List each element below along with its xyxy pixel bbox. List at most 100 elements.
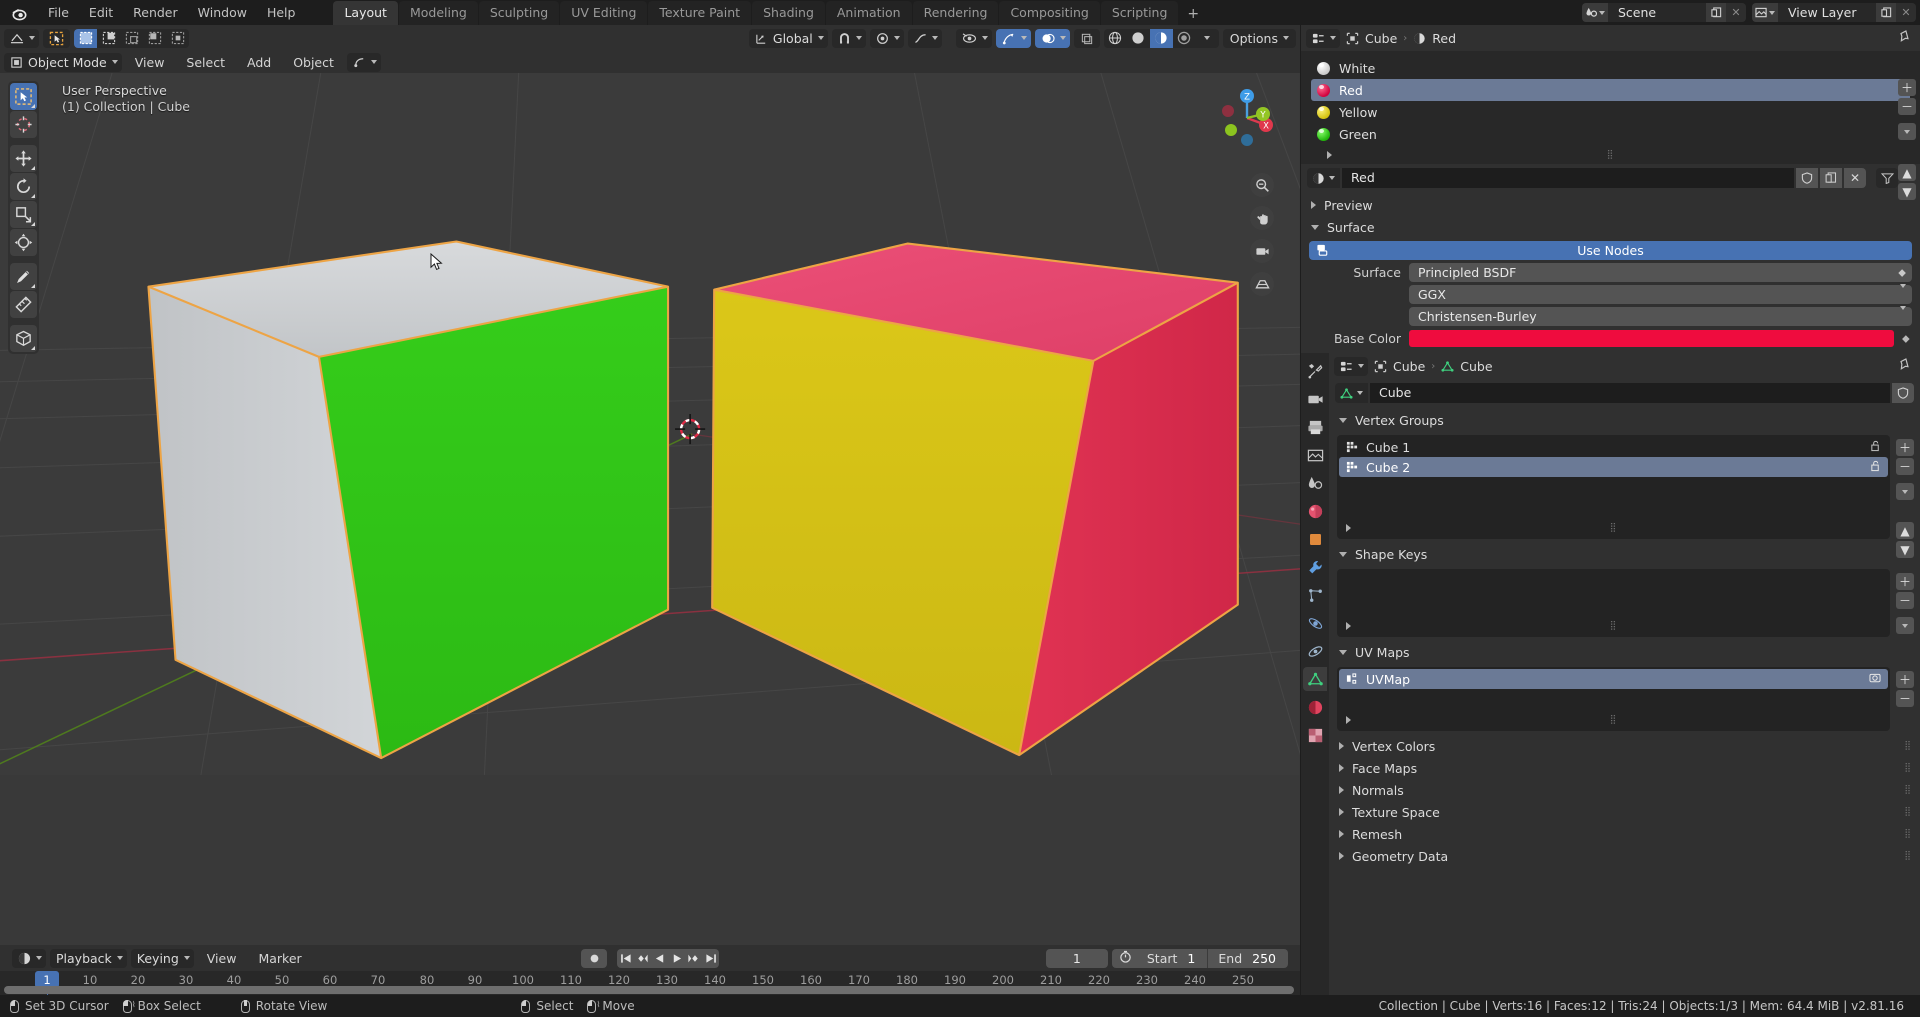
play-reverse-button[interactable] [651,949,668,968]
resize-grip[interactable]: ⣿ [1610,622,1618,631]
select-set-icon[interactable] [74,28,97,48]
vertex-group-row[interactable]: Cube 1 [1339,437,1888,457]
play-button[interactable] [668,949,685,968]
tool-move[interactable] [10,145,37,172]
material-slot-red[interactable]: Red [1311,79,1910,101]
timeline-playback-menu[interactable]: Playback [50,948,127,968]
workspace-tab-animation[interactable]: Animation [825,1,912,25]
add-shape-key-button[interactable]: ＋ [1896,573,1914,590]
material-browse-button[interactable] [1307,168,1340,188]
proportional-editing-dropdown[interactable] [869,28,904,48]
normals-panel-header[interactable]: Normals ⣿ [1329,779,1920,801]
timeline-keying-menu[interactable]: Keying [130,948,194,968]
menu-edit[interactable]: Edit [79,3,123,22]
world-tab[interactable] [1303,499,1327,523]
remove-uv-map-button[interactable]: － [1896,690,1914,707]
geometry-data-panel-header[interactable]: Geometry Data ⣿ [1329,845,1920,867]
uv-maps-panel-header[interactable]: UV Maps [1329,641,1920,663]
pin-icon-2[interactable] [1898,357,1915,375]
shape-keys-panel-header[interactable]: Shape Keys [1329,543,1920,565]
visibility-dropdown[interactable] [955,28,992,48]
workspace-tab-compositing[interactable]: Compositing [999,1,1100,25]
expand-triangle-icon[interactable] [1327,150,1332,159]
mesh-fake-user-icon[interactable] [1892,383,1914,403]
material-slot-list[interactable]: White Red Yellow Green ⣿ [1301,51,1920,164]
stopwatch-icon[interactable] [1112,950,1137,967]
vertex-group-move-down-button[interactable]: ▼ [1896,541,1914,558]
tool-add-cube[interactable] [10,325,37,352]
pin-icon[interactable] [1898,29,1915,47]
tool-tab[interactable] [1303,359,1327,383]
menu-help[interactable]: Help [257,3,306,22]
workspace-tab-uv-editing[interactable]: UV Editing [560,1,648,25]
mesh-name-field[interactable]: Cube [1370,383,1890,403]
view-layer-name[interactable]: View Layer [1778,3,1876,22]
select-mode-group[interactable] [74,28,189,48]
object-data-panel-body[interactable]: Cube › Cube Cube Vertex Groups Cube 1 Cu… [1329,353,1920,995]
jump-to-end-button[interactable] [702,949,719,968]
timeline-editor-type[interactable] [12,948,46,968]
pivot-point-dropdown[interactable] [346,52,381,72]
new-view-layer-button[interactable] [1876,3,1896,22]
resize-grip[interactable]: ⣿ [1904,830,1912,839]
filter-icon[interactable] [1876,168,1898,188]
texture-tab[interactable] [1303,723,1327,747]
properties-editor-type-2[interactable] [1334,356,1368,376]
unlocked-icon[interactable] [1870,440,1881,455]
viewport-menu-view[interactable]: View [126,53,174,72]
select-intersect-icon[interactable] [166,29,189,48]
workspace-tab-modeling[interactable]: Modeling [398,1,478,25]
navigation-gizmo[interactable]: Z X Y [1216,87,1278,149]
uv-maps-list[interactable]: UVMap ⣿ [1337,667,1890,731]
constraints-tab[interactable] [1303,639,1327,663]
shading-dropdown-caret[interactable] [1196,29,1219,48]
add-slot-button[interactable]: ＋ [1898,79,1916,96]
surface-shader-value[interactable]: Principled BSDF ⬥ [1409,263,1912,282]
timeline-ruler[interactable]: 1 10 20 30 40 50 60 70 80 90 100 110 120… [0,971,1300,995]
material-slot-yellow[interactable]: Yellow [1311,101,1910,123]
remove-slot-button[interactable]: － [1898,98,1916,115]
base-color-link-icon[interactable]: ⬥ [1902,332,1912,346]
remesh-panel-header[interactable]: Remesh ⣿ [1329,823,1920,845]
workspace-tab-shading[interactable]: Shading [752,1,825,25]
current-frame-field[interactable]: 1 [1045,948,1108,968]
add-uv-map-button[interactable]: ＋ [1896,671,1914,688]
workspace-tab-scripting[interactable]: Scripting [1100,1,1179,25]
resize-grip[interactable]: ⣿ [1904,742,1912,751]
material-slot-white[interactable]: White [1311,57,1910,79]
subsurface-method-value[interactable]: Christensen-Burley [1409,306,1912,326]
zoom-icon[interactable] [1250,173,1274,197]
view-layer-selector[interactable]: View Layer ✕ [1752,3,1916,22]
tool-rotate[interactable] [10,173,37,200]
tool-measure[interactable] [10,291,37,318]
end-frame-value[interactable]: 250 [1250,951,1288,966]
render-tab[interactable] [1303,387,1327,411]
vertex-groups-panel-header[interactable]: Vertex Groups [1329,409,1920,431]
next-keyframe-button[interactable] [685,949,702,968]
tool-select-box[interactable] [10,83,37,110]
menu-file[interactable]: File [38,3,79,22]
modifier-tab[interactable] [1303,555,1327,579]
prev-keyframe-button[interactable] [634,949,651,968]
base-color-swatch[interactable] [1409,330,1894,347]
view-layer-tab[interactable] [1303,443,1327,467]
remove-shape-key-button[interactable]: － [1896,592,1914,609]
gizmo-dropdown[interactable] [995,28,1031,48]
fake-user-icon[interactable] [1796,168,1818,188]
scene-name[interactable]: Scene [1608,3,1706,22]
physics-tab[interactable] [1303,611,1327,635]
texture-space-panel-header[interactable]: Texture Space ⣿ [1329,801,1920,823]
viewport-menu-add[interactable]: Add [238,53,280,72]
properties-editor-type[interactable] [1306,28,1340,48]
remove-view-layer-button[interactable]: ✕ [1896,3,1916,22]
resize-grip[interactable]: ⣿ [1904,786,1912,795]
distribution-value[interactable]: GGX [1409,284,1912,304]
camera-icon[interactable] [1869,672,1881,686]
shading-wireframe-icon[interactable] [1104,29,1127,48]
timeline-scrollbar[interactable] [4,986,1294,994]
camera-icon[interactable] [1250,239,1274,263]
blender-logo-icon[interactable] [8,2,30,24]
snap-dropdown[interactable] [831,28,866,48]
shading-solid-icon[interactable] [1127,29,1150,48]
expand-triangle-icon[interactable] [1346,716,1351,724]
